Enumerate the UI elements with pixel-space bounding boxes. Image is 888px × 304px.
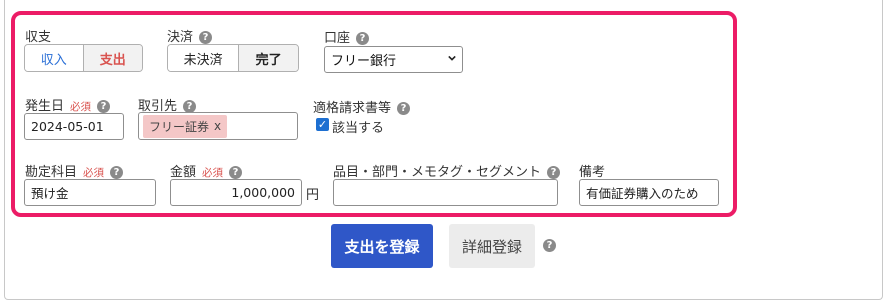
help-icon[interactable]: ? xyxy=(356,32,370,45)
tag-remove-icon[interactable]: x xyxy=(214,119,221,133)
partner-tag: フリー証券 x xyxy=(143,114,228,138)
help-icon[interactable]: ? xyxy=(97,100,111,113)
note-label: 備考 xyxy=(579,165,606,180)
settlement-toggle: 未決済 完了 xyxy=(167,44,299,72)
help-icon[interactable]: ? xyxy=(543,239,556,252)
help-icon[interactable]: ? xyxy=(229,166,243,179)
register-expense-button[interactable]: 支出を登録 xyxy=(331,224,433,268)
account-select[interactable]: フリー銀行 xyxy=(324,46,463,73)
amount-value: 1,000,000 xyxy=(231,185,295,200)
settlement-label: 決済? xyxy=(167,26,213,45)
qualified-invoice-checkbox[interactable]: ✓ xyxy=(316,118,329,131)
account-item-label: 勘定科目 必須? xyxy=(25,161,124,180)
issue-date-input[interactable]: 2024-05-01 xyxy=(24,113,124,140)
qualified-invoice-label: 適格請求書等? xyxy=(313,97,411,116)
required-badge: 必須 xyxy=(83,167,105,179)
account-select-value: フリー銀行 xyxy=(331,54,397,69)
income-option[interactable]: 収入 xyxy=(25,45,83,71)
chevron-down-icon xyxy=(448,55,456,61)
help-icon[interactable]: ? xyxy=(110,166,124,179)
required-badge: 必須 xyxy=(70,101,92,113)
required-badge: 必須 xyxy=(202,167,224,179)
issue-date-label: 発生日 必須? xyxy=(25,95,111,114)
issue-date-value: 2024-05-01 xyxy=(31,119,104,134)
detail-register-button[interactable]: 詳細登録 xyxy=(449,224,535,268)
amount-label: 金額 必須? xyxy=(170,161,243,180)
expense-option[interactable]: 支出 xyxy=(82,45,142,71)
account-label: 口座? xyxy=(324,27,370,46)
partner-tag-label: フリー証券 xyxy=(149,119,210,134)
note-input[interactable]: 有価証券購入のため xyxy=(579,179,719,206)
help-icon[interactable]: ? xyxy=(547,166,561,179)
amount-input[interactable]: 1,000,000 xyxy=(170,179,302,206)
qualified-invoice-checkbox-label: 該当する xyxy=(332,121,385,136)
balance-label: 収支 xyxy=(25,30,52,45)
help-icon[interactable]: ? xyxy=(397,102,411,115)
tags-input[interactable] xyxy=(333,179,558,206)
account-item-input[interactable]: 預け金 xyxy=(24,179,156,206)
tags-label: 品目・部門・メモタグ・セグメント? xyxy=(333,161,561,180)
help-icon[interactable]: ? xyxy=(199,31,213,44)
amount-unit: 円 xyxy=(306,188,320,203)
settled-option[interactable]: 完了 xyxy=(238,45,298,71)
account-item-value: 預け金 xyxy=(31,186,69,201)
balance-toggle: 収入 支出 xyxy=(24,44,143,72)
unsettled-option[interactable]: 未決済 xyxy=(168,45,239,71)
note-value: 有価証券購入のため xyxy=(586,186,699,201)
partner-input[interactable]: フリー証券 x xyxy=(138,112,298,140)
